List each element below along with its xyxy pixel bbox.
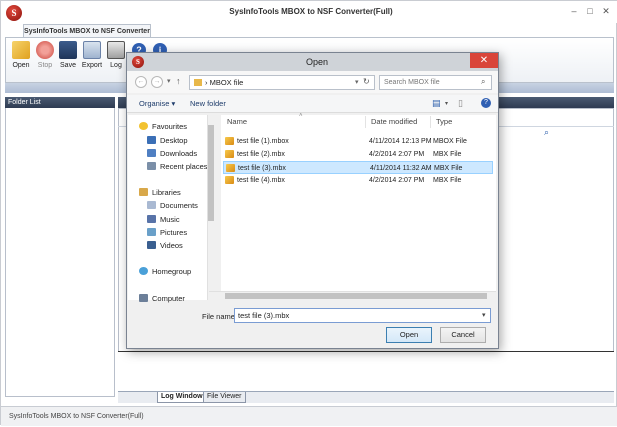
nav-item-videos[interactable]: Videos (147, 241, 183, 250)
minimize-button[interactable]: – (567, 5, 581, 17)
organise-menu[interactable]: Organise ▾ (139, 99, 175, 108)
dialog-close-button[interactable]: ✕ (470, 53, 498, 68)
file-name: test file (2).mbx (237, 151, 285, 158)
nav-item-documents[interactable]: Documents (147, 201, 198, 210)
status-bar: SysInfoTools MBOX to NSF Converter(Full) (1, 406, 617, 426)
folder-list-header: Folder List (5, 97, 115, 108)
mbx-file-icon (225, 150, 234, 158)
column-separator (365, 116, 366, 128)
nav-item-desktop[interactable]: Desktop (147, 136, 188, 145)
view-dropdown-icon[interactable]: ▾ (445, 100, 448, 107)
file-type: MBX File (433, 177, 462, 184)
documents-icon (147, 201, 156, 209)
preview-pane-icon[interactable]: ▯ (458, 98, 463, 109)
file-date: 4/2/2014 2:07 PM (369, 177, 425, 184)
dialog-title: Open (305, 57, 329, 67)
back-icon[interactable]: ← (135, 76, 147, 88)
forward-icon[interactable]: → (151, 76, 163, 88)
music-icon (147, 215, 156, 223)
open-button[interactable]: Open (386, 327, 432, 343)
file-name: test file (4).mbx (237, 177, 285, 184)
column-header-date[interactable]: Date modified (371, 117, 417, 126)
log-icon (107, 41, 125, 59)
save-icon (59, 41, 77, 59)
search-icon[interactable]: ⌕ (481, 77, 485, 87)
column-header-type[interactable]: Type (436, 117, 452, 126)
file-row-selected[interactable]: test file (3).mbx 4/11/2014 11:32 AM MBX… (223, 161, 493, 174)
folder-list-pane[interactable] (5, 97, 115, 397)
file-name-dropdown-icon[interactable]: ▾ (482, 311, 486, 319)
file-row[interactable]: test file (4).mbx 4/2/2014 2:07 PM MBX F… (223, 174, 493, 187)
dialog-logo-icon: S (132, 56, 144, 68)
mbox-file-icon (225, 137, 234, 145)
star-icon (139, 122, 148, 130)
open-folder-icon (12, 41, 30, 59)
tab-file-viewer[interactable]: File Viewer (203, 392, 246, 403)
up-arrow-icon[interactable]: ↑ (176, 76, 181, 86)
file-row[interactable]: test file (2).mbx 4/2/2014 2:07 PM MBX F… (223, 148, 493, 161)
column-separator (430, 116, 431, 128)
nav-item-computer[interactable]: Computer (139, 294, 185, 303)
nav-item-recent-places[interactable]: Recent places (147, 162, 208, 171)
search-icon[interactable]: ⌕ (544, 127, 549, 138)
nav-item-downloads[interactable]: Downloads (147, 149, 197, 158)
nav-scrollbar-thumb[interactable] (208, 125, 214, 221)
homegroup-icon (139, 267, 148, 275)
tab-log-window[interactable]: Log Window (157, 392, 207, 403)
refresh-icon[interactable]: ↻ (363, 77, 370, 86)
app-title: SysInfoTools MBOX to NSF Converter(Full) (229, 7, 393, 16)
mbx-file-icon (225, 176, 234, 184)
open-dialog: S Open ✕ ← → ▾ ↑ › MBOX file ▾ ↻ Search … (126, 52, 499, 349)
command-bar (127, 95, 498, 113)
file-name: test file (1).mbox (237, 138, 289, 145)
mbx-file-icon (226, 164, 235, 172)
nav-item-libraries[interactable]: Libraries (139, 188, 181, 197)
file-name-label: File name: (202, 312, 238, 321)
title-bar: S SysInfoTools MBOX to NSF Converter(Ful… (1, 1, 617, 23)
downloads-icon (147, 149, 156, 157)
file-name-input[interactable]: test file (3).mbx (234, 308, 491, 323)
videos-icon (147, 241, 156, 249)
nav-item-homegroup[interactable]: Homegroup (139, 267, 191, 276)
nav-item-music[interactable]: Music (147, 215, 180, 224)
computer-icon (139, 294, 148, 302)
pictures-icon (147, 228, 156, 236)
cancel-button[interactable]: Cancel (440, 327, 486, 343)
help-icon[interactable]: ? (481, 98, 491, 108)
maximize-button[interactable]: □ (583, 5, 597, 17)
app-logo-icon: S (6, 5, 22, 21)
address-bar[interactable]: › MBOX file (189, 75, 375, 90)
sort-caret-icon: ˄ (299, 113, 303, 119)
recent-dropdown-icon[interactable]: ▾ (167, 77, 171, 85)
folder-icon (194, 79, 202, 86)
stop-icon (36, 41, 54, 59)
file-date: 4/2/2014 2:07 PM (369, 151, 425, 158)
view-options-icon[interactable]: ▤ (432, 98, 441, 109)
ribbon-tab[interactable]: SysInfoTools MBOX to NSF Converter (23, 24, 151, 38)
file-type: MBX File (433, 151, 462, 158)
recent-places-icon (147, 162, 156, 170)
desktop-icon (147, 136, 156, 144)
horizontal-scrollbar-thumb[interactable] (225, 293, 487, 299)
address-dropdown-icon[interactable]: ▾ (355, 78, 359, 86)
file-date: 4/11/2014 12:13 PM (369, 138, 432, 145)
nav-item-favourites[interactable]: Favourites (139, 122, 187, 131)
export-icon (83, 41, 101, 59)
libraries-icon (139, 188, 148, 196)
nav-item-pictures[interactable]: Pictures (147, 228, 187, 237)
file-type: MBOX File (433, 138, 467, 145)
file-row[interactable]: test file (1).mbox 4/11/2014 12:13 PM MB… (223, 135, 493, 148)
column-header-name[interactable]: Name (227, 117, 247, 126)
search-input[interactable]: Search MBOX file (379, 75, 492, 90)
address-separator: › (205, 78, 208, 87)
log-window (118, 351, 614, 391)
close-button[interactable]: ✕ (599, 5, 613, 17)
new-folder-button[interactable]: New folder (190, 99, 226, 108)
address-folder: MBOX file (209, 78, 244, 87)
log-button[interactable]: Log (105, 41, 127, 69)
